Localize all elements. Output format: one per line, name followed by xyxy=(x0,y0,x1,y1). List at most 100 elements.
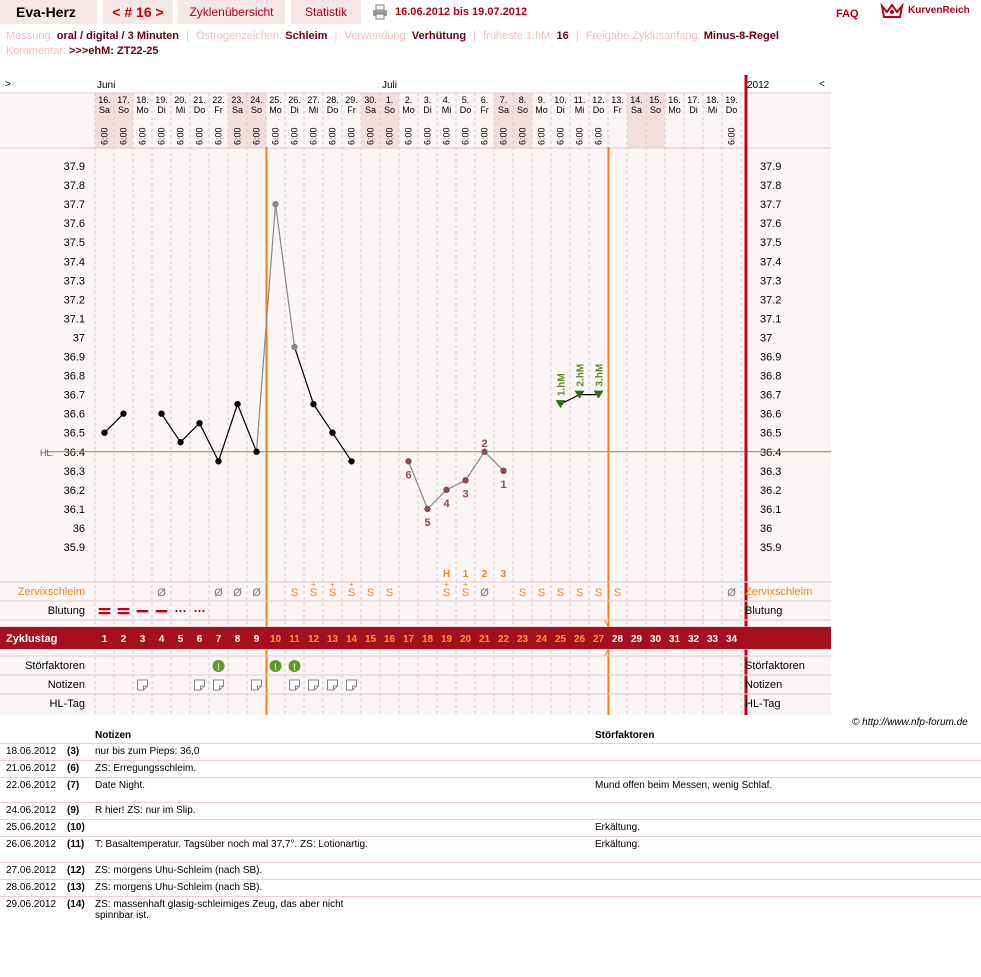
y-tick-label-right: 37.6 xyxy=(760,218,781,230)
time-label: 6:00 xyxy=(157,127,167,145)
time-label: 6:00 xyxy=(727,127,737,145)
date-label: 14. xyxy=(630,95,643,105)
note-date: 27.06.2012 xyxy=(6,865,57,876)
time-label: 6:00 xyxy=(404,127,414,145)
y-tick-label: 37.5 xyxy=(64,237,85,249)
date-range: 16.06.2012 bis 19.07.2012 xyxy=(395,6,528,18)
y-tick-label-right: 36 xyxy=(760,523,772,535)
weekday-label: Sa xyxy=(498,105,509,115)
y-tick-label-right: 37 xyxy=(760,332,772,344)
date-label: 19. xyxy=(155,95,168,105)
mucus-mark: S xyxy=(310,587,317,599)
weekday-label: So xyxy=(384,105,395,115)
time-label: 6:00 xyxy=(176,127,186,145)
weekday-label: Mo xyxy=(668,105,681,115)
low-count-label: 1 xyxy=(500,479,506,491)
weekday-label: Do xyxy=(460,105,472,115)
separator: | xyxy=(186,30,189,42)
note-cycle-day: (9) xyxy=(67,805,80,816)
printer-icon[interactable] xyxy=(372,4,388,20)
tab-cycle-overview[interactable]: Zyklenübersicht xyxy=(178,0,285,24)
row-label: Notizen xyxy=(48,679,85,691)
kurvenreich-logo[interactable]: KurvenReich xyxy=(880,2,980,20)
note-text: ZS: morgens Uhu-Schleim (nach SB). xyxy=(95,865,263,876)
note-text: T: Basaltemperatur. Tagsüber noch mal 37… xyxy=(95,839,368,850)
tab-statistics[interactable]: Statistik xyxy=(291,0,361,24)
mucus-mark: Ø xyxy=(252,587,261,599)
notes-row: 21.06.2012 (6) ZS: Erregungsschleim. xyxy=(0,760,981,778)
peak-count-label: H xyxy=(443,569,450,580)
date-label: 23. xyxy=(231,95,244,105)
weekday-label: Mi xyxy=(442,105,452,115)
weekday-label: Mo xyxy=(402,105,415,115)
y-tick-label: 36.6 xyxy=(64,409,85,421)
note-text: nur bis zum Pieps: 36,0 xyxy=(95,746,200,757)
time-label: 6:00 xyxy=(366,127,376,145)
bleeding-heavy xyxy=(98,612,111,615)
time-label: 6:00 xyxy=(290,127,300,145)
temperature-point xyxy=(234,400,241,408)
faq-link[interactable]: FAQ xyxy=(836,8,859,20)
cycle-day-number: 20 xyxy=(460,634,472,645)
weekday-label: Do xyxy=(726,105,738,115)
date-label: 15. xyxy=(649,95,662,105)
measure-label: Messung: xyxy=(6,30,54,42)
row-label: Zervixschleim xyxy=(18,586,85,598)
y-tick-label-right: 36.3 xyxy=(760,466,781,478)
cycle-day-number: 29 xyxy=(631,634,643,645)
hm-label: 1.hM xyxy=(557,373,568,396)
y-tick-label: 35.9 xyxy=(64,542,85,554)
notes-row: 28.06.2012 (13) ZS: morgens Uhu-Schleim (n… xyxy=(0,879,981,897)
y-tick-label-right: 36.5 xyxy=(760,428,781,440)
time-label: 6:00 xyxy=(119,127,129,145)
cycle-day-number: 14 xyxy=(346,634,358,645)
cycle-day-number: 3 xyxy=(140,634,146,645)
cycle-day-number: 12 xyxy=(308,634,320,645)
time-label: 6:00 xyxy=(461,127,471,145)
estrogen-label: Östrogenzeichen: xyxy=(195,30,283,42)
date-label: 12. xyxy=(592,95,605,105)
weekday-label: Mo xyxy=(136,105,149,115)
time-label: 6:00 xyxy=(480,127,490,145)
top-bar: Eva-Herz < # 16 > Zyklenübersicht Statis… xyxy=(0,0,981,28)
note-cycle-day: (13) xyxy=(67,882,85,893)
y-tick-label-right: 37.3 xyxy=(760,275,781,287)
weekday-label: Mi xyxy=(176,105,186,115)
separator: | xyxy=(334,30,338,42)
month-label: Juni xyxy=(97,80,115,91)
note-date: 26.06.2012 xyxy=(6,839,57,850)
mucus-mark: Ø xyxy=(233,587,242,599)
note-date: 28.06.2012 xyxy=(6,882,57,893)
hm-label: 2.hM xyxy=(576,364,587,387)
note-text: ZS: morgens Uhu-Schleim (nach SB). xyxy=(95,882,263,893)
cycle-day-number: 26 xyxy=(574,634,586,645)
mucus-mark: S xyxy=(538,587,545,599)
cycle-day-number: 28 xyxy=(612,634,624,645)
cycle-day-number: 17 xyxy=(403,634,415,645)
y-tick-label: 36 xyxy=(73,523,85,535)
note-text: ZS: Erregungsschleim. xyxy=(95,763,197,774)
temperature-point xyxy=(500,467,507,474)
weekday-label: Di xyxy=(157,105,166,115)
y-tick-label: 37 xyxy=(73,332,85,344)
weekday-label: Sa xyxy=(631,105,642,115)
disturb-icon: ! xyxy=(274,662,277,672)
estrogen-value: Schleim xyxy=(285,30,328,42)
date-label: 13. xyxy=(611,95,624,105)
note-date: 25.06.2012 xyxy=(6,822,57,833)
low-count-label: 4 xyxy=(443,498,450,510)
temperature-point xyxy=(329,429,336,436)
mucus-mark: S xyxy=(443,587,450,599)
cycle-chart-svg: > Juni Juli 2012 <16.Sa6:0017.So6:0018.Mo6:0… xyxy=(0,75,831,715)
row-label: Blutung xyxy=(48,605,85,617)
date-label: 18. xyxy=(706,95,719,105)
cycle-chart: > Juni Juli 2012 <16. Sa 6:00 17. So 6:00 18. Mo 6:0… xyxy=(0,75,831,715)
mucus-mark: S xyxy=(291,587,298,599)
y-tick-label-right: 37.2 xyxy=(760,294,781,306)
y-tick-label-right: 37.1 xyxy=(760,313,781,325)
cycle-selector[interactable]: < # 16 > xyxy=(103,0,173,24)
y-tick-label: 37.8 xyxy=(64,180,85,192)
cycle-day-number: 5 xyxy=(178,634,184,645)
y-tick-label: 37.7 xyxy=(64,199,85,211)
row-label-right: Störfaktoren xyxy=(745,660,805,672)
